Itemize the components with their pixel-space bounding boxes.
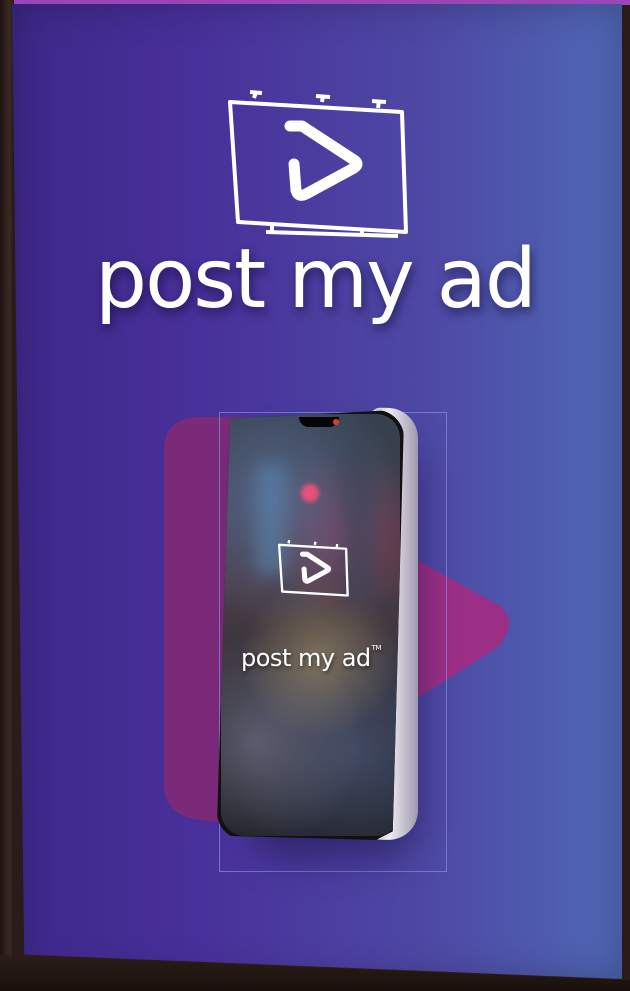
left-frame [0,0,14,991]
screen-background-blur [301,484,319,502]
billboard-play-icon [228,90,408,238]
phone-screen: post my adTM [221,414,400,836]
camera-dot [333,419,339,425]
smartphone-mockup: post my adTM [217,410,404,840]
billboard-play-icon [277,539,349,597]
phone-brand-text: post my ad [241,644,371,672]
brand-wordmark: post my ad [95,232,537,327]
phone-brand-wordmark: post my adTM [221,644,401,672]
trademark-mark: TM [371,644,382,652]
